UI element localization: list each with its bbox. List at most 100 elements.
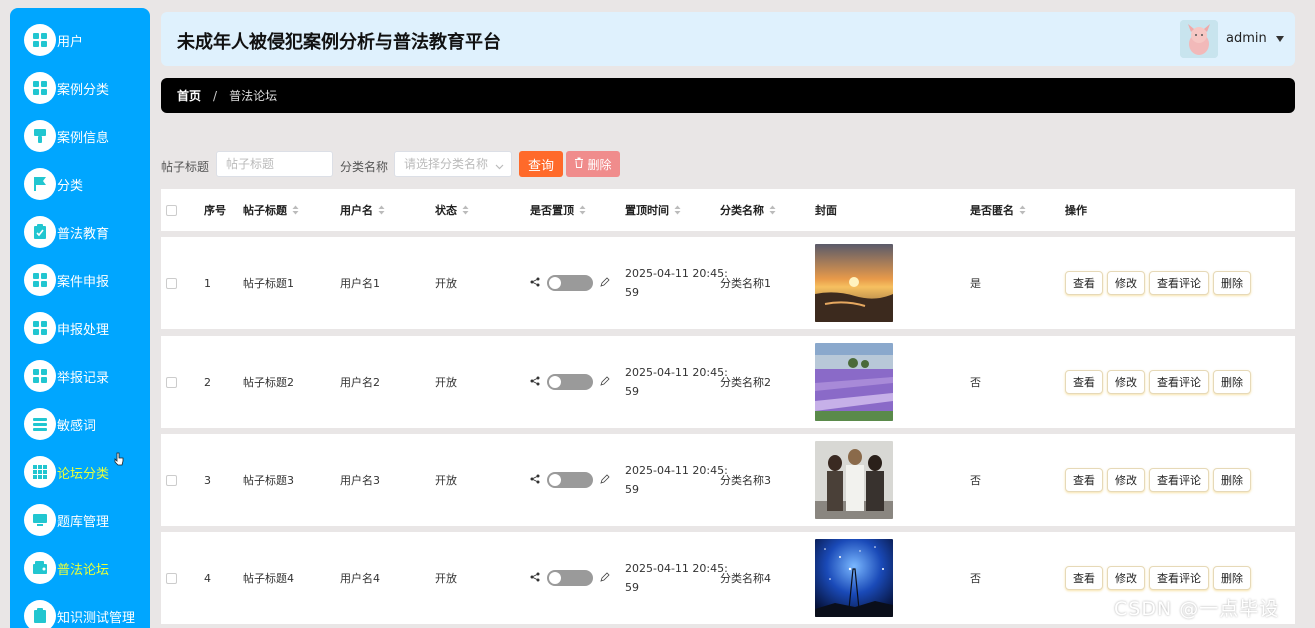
sidebar-item-users[interactable]: 用户 (24, 23, 150, 57)
breadcrumb-current: 普法论坛 (229, 89, 278, 103)
view-comments-button[interactable]: 查看评论 (1149, 370, 1209, 394)
row-index: 4 (204, 571, 211, 585)
column-header-username[interactable]: 用户名 (340, 202, 373, 218)
bulk-delete-button[interactable]: 删除 (566, 151, 620, 177)
sidebar-item-label: 论坛分类 (57, 466, 110, 482)
edit-icon[interactable] (600, 375, 610, 389)
sidebar-item-case-report[interactable]: 案件申报 (24, 263, 150, 297)
column-header-title[interactable]: 帖子标题 (243, 202, 287, 218)
sidebar-item-case-info[interactable]: 案例信息 (24, 119, 150, 153)
table-row: 2 帖子标题2 用户名2 开放 2025-04-11 20:45: 59 分类名称… (161, 336, 1295, 428)
edit-icon[interactable] (600, 473, 610, 487)
row-checkbox[interactable] (166, 474, 177, 486)
column-header-category[interactable]: 分类名称 (720, 202, 764, 218)
row-checkbox[interactable] (166, 376, 177, 388)
edit-icon[interactable] (600, 571, 610, 585)
sort-icon[interactable] (292, 205, 299, 215)
flag-icon (24, 168, 56, 200)
cover-image[interactable] (815, 343, 893, 421)
category-select[interactable] (394, 151, 512, 177)
watermark: CSDN @一点毕设 (1114, 598, 1280, 620)
wallet-icon (24, 552, 56, 584)
avatar[interactable] (1180, 20, 1218, 58)
sidebar-item-case-category[interactable]: 案例分类 (24, 71, 150, 105)
breadcrumb: 首页 / 普法论坛 (161, 78, 1295, 113)
view-comments-button[interactable]: 查看评论 (1149, 271, 1209, 295)
sidebar-item-label: 敏感词 (57, 418, 97, 434)
column-header-pinned[interactable]: 是否置顶 (530, 202, 574, 218)
select-all-checkbox[interactable] (166, 204, 177, 216)
sort-icon[interactable] (462, 205, 469, 215)
category-name: 分类名称1 (720, 277, 771, 290)
grid-icon (24, 312, 56, 344)
edit-button[interactable]: 修改 (1107, 566, 1145, 590)
row-checkbox[interactable] (166, 572, 177, 584)
delete-button[interactable]: 删除 (1213, 468, 1251, 492)
sidebar-item-report-processing[interactable]: 申报处理 (24, 311, 150, 345)
delete-button[interactable]: 删除 (1213, 370, 1251, 394)
edit-button[interactable]: 修改 (1107, 468, 1145, 492)
cover-image[interactable] (815, 539, 893, 617)
pin-toggle[interactable] (547, 374, 593, 390)
sidebar-item-law-education[interactable]: 普法教育 (24, 215, 150, 249)
share-icon (530, 277, 540, 290)
edit-icon[interactable] (600, 276, 610, 290)
user-name[interactable]: admin (1226, 31, 1267, 46)
pin-time-line1: 2025-04-11 20:45: (625, 267, 728, 280)
sidebar-item-label: 分类 (57, 178, 84, 194)
sidebar-item-label: 知识测试管理 (57, 610, 136, 626)
cover-image[interactable] (815, 441, 893, 519)
sidebar-item-label: 案例信息 (57, 130, 110, 146)
sort-icon[interactable] (1019, 205, 1026, 215)
sidebar-item-label: 普法论坛 (57, 562, 110, 578)
sort-icon[interactable] (378, 205, 385, 215)
edit-button[interactable]: 修改 (1107, 370, 1145, 394)
column-header-pin-time[interactable]: 置顶时间 (625, 202, 669, 218)
edit-button[interactable]: 修改 (1107, 271, 1145, 295)
pin-time-line2: 59 (625, 286, 639, 299)
sort-icon[interactable] (674, 205, 681, 215)
grid-icon (24, 264, 56, 296)
share-icon (530, 572, 540, 585)
page-title: 未成年人被侵犯案例分析与普法教育平台 (177, 32, 501, 53)
sort-icon[interactable] (579, 205, 586, 215)
sidebar-item-label: 用户 (57, 34, 84, 50)
table-header: 序号 帖子标题 用户名 状态 是否置顶 置顶时间 分类名称 封面 是否匿名 操作 (161, 189, 1295, 231)
pin-time-line1: 2025-04-11 20:45: (625, 562, 728, 575)
column-header-index: 序号 (204, 204, 226, 217)
sidebar: 用户 案例分类 案例信息 分类 普法教育 案件申报 申报处理 举报记录 敏感词 … (10, 8, 150, 628)
view-button[interactable]: 查看 (1065, 370, 1103, 394)
status: 开放 (435, 376, 457, 389)
view-button[interactable]: 查看 (1065, 566, 1103, 590)
sort-icon[interactable] (769, 205, 776, 215)
sidebar-item-label: 申报处理 (57, 322, 110, 338)
view-comments-button[interactable]: 查看评论 (1149, 566, 1209, 590)
pin-toggle[interactable] (547, 275, 593, 291)
anonymous-flag: 否 (970, 474, 981, 487)
clipboard-icon (24, 600, 56, 628)
view-comments-button[interactable]: 查看评论 (1149, 468, 1209, 492)
row-checkbox[interactable] (166, 277, 177, 289)
row-index: 2 (204, 375, 211, 389)
sidebar-item-question-bank[interactable]: 题库管理 (24, 503, 150, 537)
delete-button[interactable]: 删除 (1213, 566, 1251, 590)
cover-image[interactable] (815, 244, 893, 322)
pin-toggle[interactable] (547, 570, 593, 586)
sidebar-item-report-records[interactable]: 举报记录 (24, 359, 150, 393)
view-button[interactable]: 查看 (1065, 468, 1103, 492)
view-button[interactable]: 查看 (1065, 271, 1103, 295)
column-header-anonymous[interactable]: 是否匿名 (970, 202, 1014, 218)
sidebar-item-sensitive-words[interactable]: 敏感词 (24, 407, 150, 441)
sidebar-item-category[interactable]: 分类 (24, 167, 150, 201)
sidebar-item-law-forum[interactable]: 普法论坛 (24, 551, 150, 585)
caret-down-icon[interactable] (1275, 32, 1285, 46)
pin-toggle[interactable] (547, 472, 593, 488)
breadcrumb-separator: / (213, 88, 218, 103)
search-button[interactable]: 查询 (519, 151, 563, 177)
sidebar-item-knowledge-test[interactable]: 知识测试管理 (24, 599, 150, 628)
title-search-input[interactable] (216, 151, 333, 177)
breadcrumb-home[interactable]: 首页 (177, 87, 201, 104)
delete-button[interactable]: 删除 (1213, 271, 1251, 295)
column-header-status[interactable]: 状态 (435, 202, 457, 218)
sidebar-item-forum-category[interactable]: 论坛分类 (24, 455, 150, 489)
